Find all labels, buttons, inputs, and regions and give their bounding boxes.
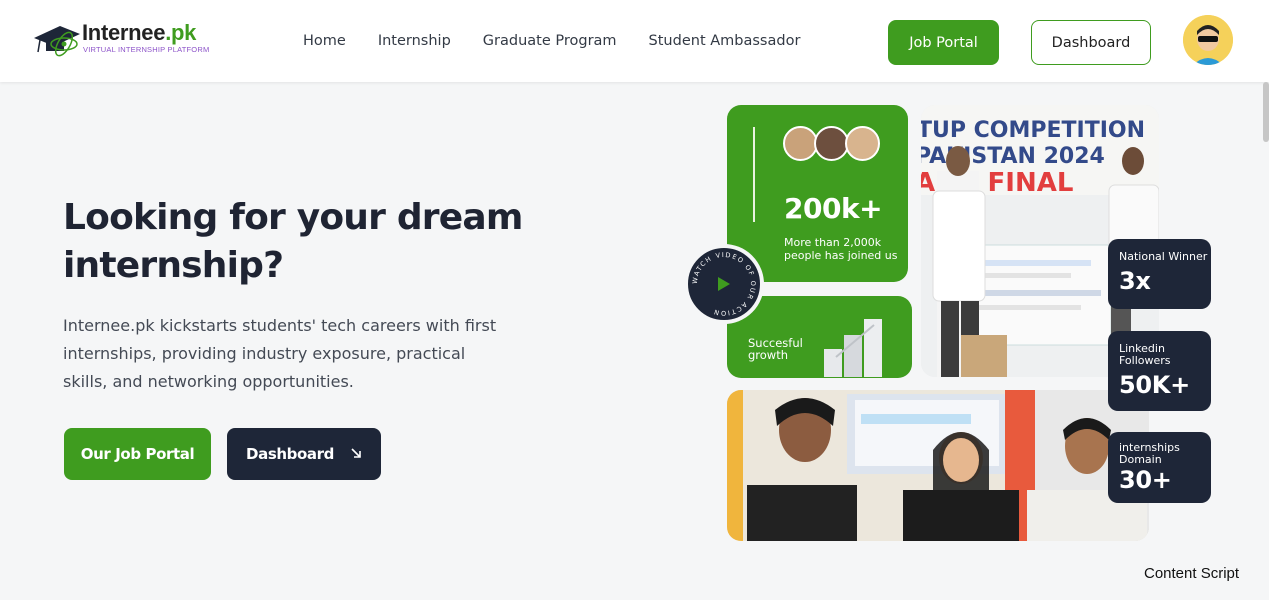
internship-domains-stat: internships Domain 30+ [1108, 432, 1211, 503]
member-avatar [814, 126, 849, 161]
joined-subtext: More than 2,000k people has joined us [784, 236, 898, 262]
hero-title: Looking for your dream internship? [63, 197, 523, 286]
svg-text:TUP COMPETITION: TUP COMPETITION [921, 118, 1145, 143]
page-scrollbar[interactable] [1263, 82, 1269, 142]
play-icon [718, 277, 730, 291]
arrow-down-right-icon [350, 445, 362, 463]
nav-graduate-program[interactable]: Graduate Program [483, 33, 617, 49]
joined-value: 200k+ [784, 192, 883, 225]
stat-value: 50K+ [1119, 371, 1190, 399]
main-nav: Home Internship Graduate Program Student… [303, 33, 832, 49]
graduation-cap-icon [34, 26, 80, 57]
job-portal-button[interactable]: Job Portal [888, 20, 999, 65]
linkedin-followers-stat: Linkedin Followers 50K+ [1108, 331, 1211, 411]
stat-label: Linkedin Followers [1119, 342, 1171, 367]
dashboard-button[interactable]: Dashboard [1031, 20, 1151, 65]
our-job-portal-button[interactable]: Our Job Portal [64, 428, 211, 480]
growth-label: Succesful growth [748, 336, 803, 362]
national-winner-stat: National Winner 3x [1108, 239, 1211, 309]
hero-dashboard-label: Dashboard [246, 445, 334, 463]
google-cloud-meetup-photo [727, 390, 1149, 541]
card-divider [753, 127, 755, 222]
member-faces [783, 126, 880, 161]
hero-dashboard-button[interactable]: Dashboard [227, 428, 381, 480]
nav-internship[interactable]: Internship [378, 33, 451, 49]
stat-value: 30+ [1119, 466, 1172, 494]
brand-logo[interactable]: Internee.pk VIRTUAL INTERNSHIP PLATFORM [32, 18, 232, 62]
stat-label: internships Domain [1119, 441, 1180, 466]
growth-chart-icon [824, 319, 882, 377]
stat-value: 3x [1119, 267, 1151, 295]
member-avatar [783, 126, 818, 161]
stat-label: National Winner [1119, 250, 1208, 263]
nav-home[interactable]: Home [303, 33, 346, 49]
nav-student-ambassador[interactable]: Student Ambassador [649, 33, 801, 49]
user-avatar-icon [1183, 15, 1233, 65]
avatar[interactable] [1183, 15, 1233, 65]
content-script-label: Content Script [1144, 565, 1240, 582]
navbar: Internee.pk VIRTUAL INTERNSHIP PLATFORM … [0, 0, 1269, 82]
brand-tagline: VIRTUAL INTERNSHIP PLATFORM [83, 45, 210, 54]
hero-description: Internee.pk kickstarts students' tech ca… [63, 316, 497, 391]
member-avatar [845, 126, 880, 161]
brand-name: Internee.pk [82, 20, 197, 45]
